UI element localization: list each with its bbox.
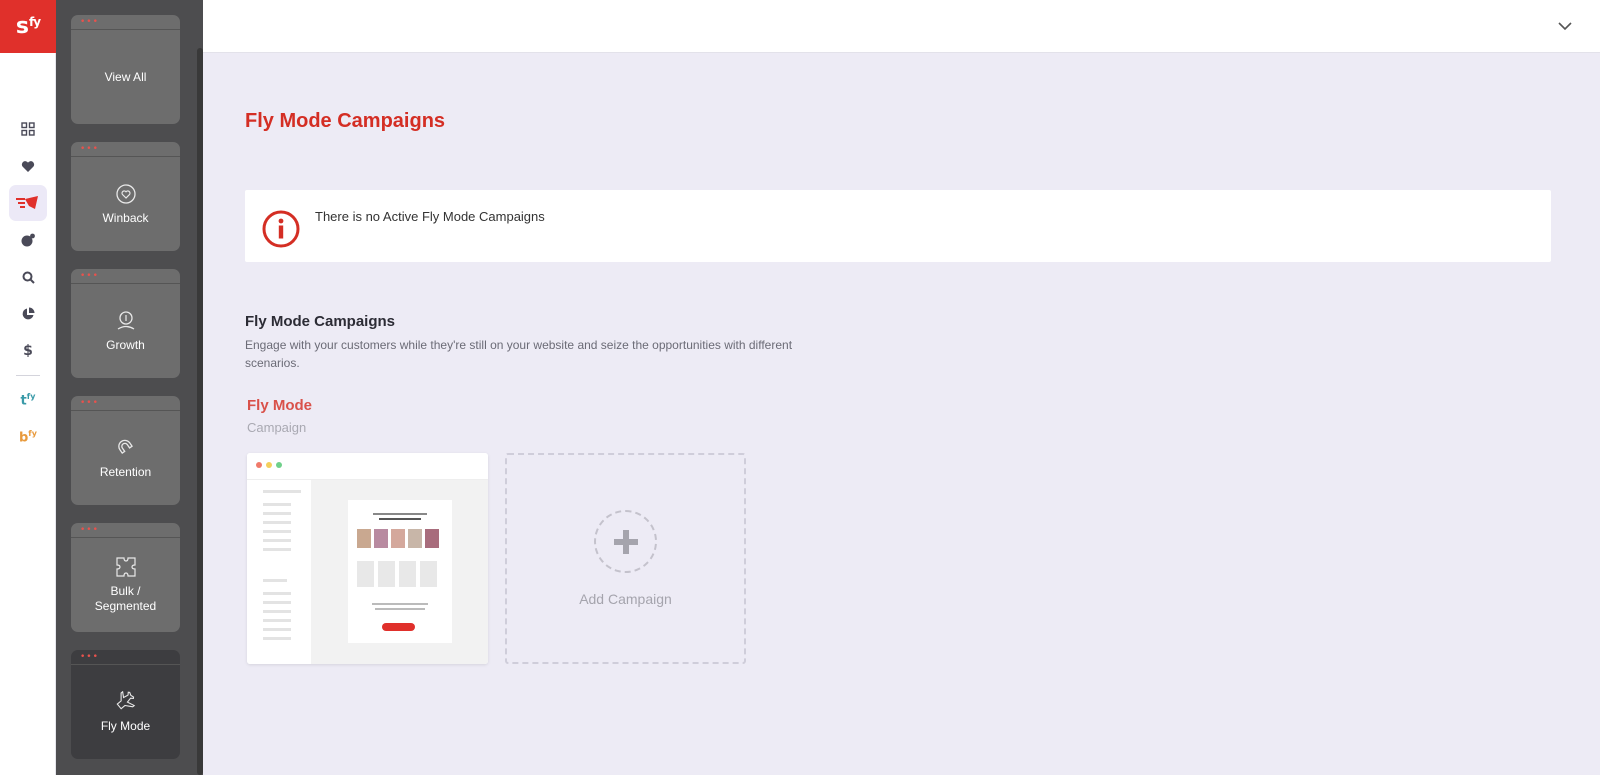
campaign-preview-card[interactable] (247, 453, 488, 664)
heart-icon[interactable] (9, 148, 47, 184)
plus-icon (613, 529, 638, 554)
card-label: Bulk / Segmented (95, 584, 156, 614)
chevron-down-icon[interactable] (1556, 17, 1574, 35)
apps-icon[interactable] (9, 222, 47, 258)
main-content: Fly Mode Campaigns There is no Active Fl… (203, 53, 1600, 775)
airplane-icon (116, 690, 135, 709)
campaign-preview-image (247, 453, 488, 664)
add-campaign-button[interactable]: Add Campaign (505, 453, 746, 664)
campaign-icon[interactable] (9, 185, 47, 221)
card-label: Growth (106, 337, 145, 352)
logo-sup: fy (29, 14, 41, 29)
magnet-icon (117, 439, 133, 454)
card-label: View All (104, 69, 147, 84)
app-logo[interactable]: s fy (0, 0, 56, 53)
pie-chart-icon[interactable] (9, 296, 47, 332)
logo-text: s (15, 14, 29, 39)
card-dots-icon: ••• (80, 525, 99, 535)
card-view-all[interactable]: ••• View All (71, 15, 180, 124)
brand-t-sup: fy (26, 391, 36, 401)
puzzle-icon (115, 557, 136, 577)
card-dots-icon: ••• (80, 398, 99, 408)
card-label-line1: Bulk / (110, 584, 141, 598)
top-bar (203, 0, 1600, 53)
add-campaign-label: Add Campaign (579, 591, 672, 607)
section-title: Fly Mode Campaigns (245, 313, 396, 330)
card-label: Retention (99, 464, 152, 479)
card-label: Winback (102, 210, 149, 225)
brand-b-sup: fy (28, 428, 37, 438)
alert-text: There is no Active Fly Mode Campaigns (315, 209, 545, 224)
winback-icon (115, 183, 136, 204)
search-icon[interactable] (9, 259, 47, 295)
page-title: Fly Mode Campaigns (245, 110, 446, 132)
campaign-type-panel: ••• View All ••• Winback ••• Growth ••• … (56, 0, 203, 775)
empty-state-alert: There is no Active Fly Mode Campaigns (245, 190, 1551, 262)
card-winback[interactable]: ••• Winback (71, 142, 180, 251)
section-description: Engage with your customers while they're… (245, 338, 793, 370)
dollar-icon[interactable]: $ (9, 333, 47, 369)
rail-divider (16, 375, 40, 376)
add-circle (594, 510, 657, 573)
icon-rail: s fy $ tfy bfy (0, 0, 56, 775)
card-label-line2: Segmented (94, 599, 157, 613)
card-dots-icon: ••• (80, 652, 99, 662)
growth-icon (117, 310, 134, 330)
card-retention[interactable]: ••• Retention (71, 396, 180, 505)
fly-mode-heading: Fly Mode (247, 397, 313, 414)
card-dots-icon: ••• (80, 144, 99, 154)
card-bulk-segmented[interactable]: ••• Bulk / Segmented (71, 523, 180, 632)
info-icon (262, 210, 300, 248)
card-dots-icon: ••• (80, 271, 99, 281)
brand-t-icon[interactable]: tfy (9, 382, 47, 418)
card-fly-mode[interactable]: ••• Fly Mode (71, 650, 180, 759)
fly-mode-subheading: Campaign (247, 420, 307, 435)
card-dots-icon: ••• (80, 17, 99, 27)
card-label: Fly Mode (100, 718, 151, 733)
brand-b-text: b (18, 430, 29, 446)
card-growth[interactable]: ••• Growth (71, 269, 180, 378)
brand-b-icon[interactable]: bfy (9, 419, 47, 455)
grid-icon[interactable] (9, 111, 47, 147)
